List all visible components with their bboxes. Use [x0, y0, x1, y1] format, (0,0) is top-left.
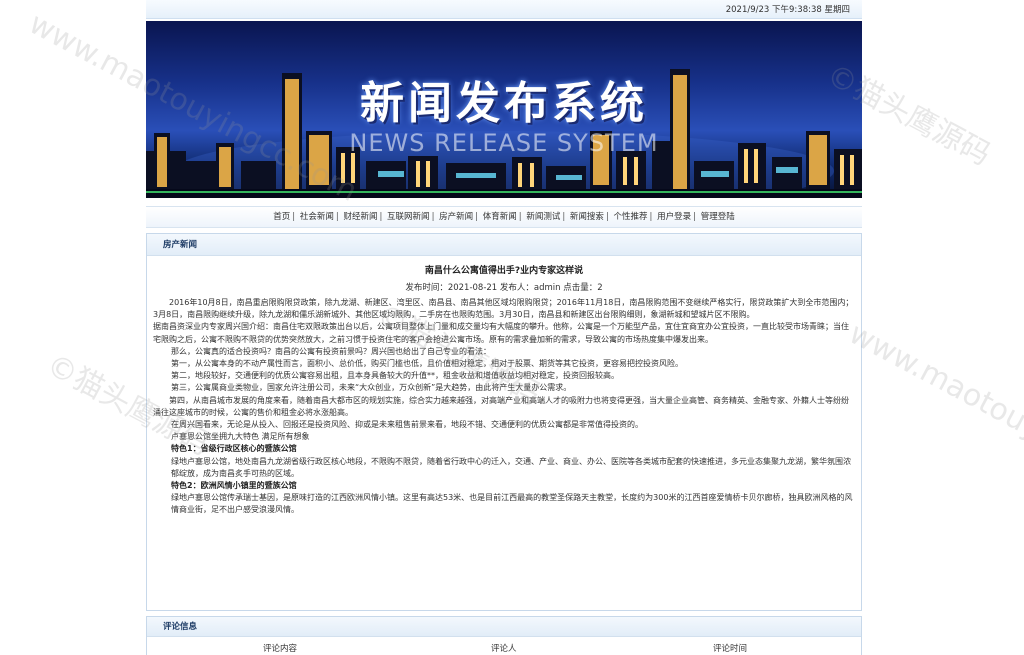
- nav-separator: |: [292, 212, 296, 222]
- section-title: 房产新闻: [147, 234, 861, 256]
- top-bar: 2021/9/23 下午9:38:38 星期四: [146, 0, 862, 19]
- nav-separator: |: [562, 212, 566, 222]
- article-body: 2016年10月8日，南昌重启限购限贷政策，除九龙湖、新建区、湾里区、南昌县、南…: [147, 293, 861, 517]
- nav-separator: |: [649, 212, 653, 222]
- commenter-header: 评论人: [491, 644, 517, 654]
- comments-title: 评论信息: [147, 617, 861, 637]
- nav-separator: |: [518, 212, 522, 222]
- article-paragraph: 绿地卢塞恩公馆，地处南昌九龙湖省级行政区核心地段，不限购不限贷，随着省行政中心的…: [171, 456, 851, 478]
- article-paragraph: 卢塞恩公馆坐拥九大特色 满足所有想象: [171, 432, 310, 442]
- news-panel: 房产新闻 南昌什么公寓值得出手?业内专家这样说 发布时间：2021-08-21 …: [146, 233, 862, 611]
- nav-internet[interactable]: 互联网新闻: [387, 212, 430, 222]
- nav-separator: |: [431, 212, 435, 222]
- article-paragraph: 在周兴国看来，无论是从投入、回报还是投资风险、抑或是未来租售前景来看，地段不错、…: [171, 420, 643, 430]
- comments-header-row: 评论内容 评论人 评论时间: [147, 637, 861, 654]
- banner-subtitle: NEWS RELEASE SYSTEM: [349, 129, 659, 157]
- comments-panel: 评论信息 评论内容 评论人 评论时间: [146, 616, 862, 655]
- main-nav: 首页 | 社会新闻 | 财经新闻 | 互联网新闻 | 房产新闻 | 体育新闻 | 新闻测试 |…: [146, 206, 862, 228]
- datetime: 2021/9/23 下午9:38:38 星期四: [725, 5, 850, 15]
- watermark: www.maotouyingcc.com: [843, 316, 1024, 519]
- banner-title: 新闻发布系统: [360, 78, 648, 129]
- nav-admin-login[interactable]: 管理登陆: [701, 212, 735, 222]
- article-subheading: 特色1：省级行政区核心的暨族公馆: [171, 444, 297, 454]
- comment-content-header: 评论内容: [263, 644, 298, 654]
- banner: 新闻发布系统 NEWS RELEASE SYSTEM: [146, 21, 862, 198]
- article-subheading: 特色2：欧洲风情小镇里的暨族公馆: [171, 481, 297, 491]
- article-paragraph: 据南昌资深业内专家周兴国介绍：南昌住宅双限政策出台以后，公寓项目整体上门量和成交…: [153, 322, 849, 344]
- nav-test[interactable]: 新闻测试: [526, 212, 560, 222]
- article-paragraph: 那么，公寓真的适合投资吗？南昌的公寓有投资前景吗？周兴国也给出了自己专业的看法：: [171, 346, 491, 356]
- article-paragraph: 绿地卢塞恩公馆传承瑞士基因，是原味打造的江西欧洲风情小镇。这里有高达53米、也是…: [171, 493, 853, 515]
- comment-time-header: 评论时间: [713, 644, 748, 654]
- nav-separator: |: [605, 212, 609, 222]
- article-meta: 发布时间：2021-08-21 发布人：admin 点击量：2: [405, 283, 603, 293]
- nav-separator: |: [335, 212, 339, 222]
- article-title: 南昌什么公寓值得出手?业内专家这样说: [424, 266, 584, 276]
- nav-recommend[interactable]: 个性推荐: [614, 212, 648, 222]
- article-paragraph: 2016年10月8日，南昌重启限购限贷政策，除九龙湖、新建区、湾里区、南昌县、南…: [153, 298, 854, 320]
- nav-society[interactable]: 社会新闻: [300, 212, 334, 222]
- nav-search[interactable]: 新闻搜索: [570, 212, 604, 222]
- article-paragraph: 第四，从南昌城市发展的角度来看，随着南昌大都市区的规划实施，综合实力越来越强，对…: [153, 395, 849, 417]
- nav-user-login[interactable]: 用户登录: [657, 212, 691, 222]
- nav-separator: |: [693, 212, 696, 222]
- article-paragraph: 第三，公寓属商业类物业，国家允许注册公司，未来“大众创业，万众创新”是大趋势，由…: [171, 383, 572, 393]
- nav-finance[interactable]: 财经新闻: [343, 212, 377, 222]
- article-paragraph: 第一，从公寓本身的不动产属性而言，面积小、总价低，购买门槛也低，且价值相对稳定，…: [171, 359, 683, 369]
- nav-sports[interactable]: 体育新闻: [483, 212, 517, 222]
- nav-separator: |: [379, 212, 383, 222]
- nav-separator: |: [475, 212, 479, 222]
- article-paragraph: 第二，地段较好，交通便利的优质公寓容易出租，且本身具备较大的升值**，租金收益和…: [171, 371, 619, 381]
- nav-home[interactable]: 首页: [273, 212, 290, 222]
- nav-realestate[interactable]: 房产新闻: [439, 212, 473, 222]
